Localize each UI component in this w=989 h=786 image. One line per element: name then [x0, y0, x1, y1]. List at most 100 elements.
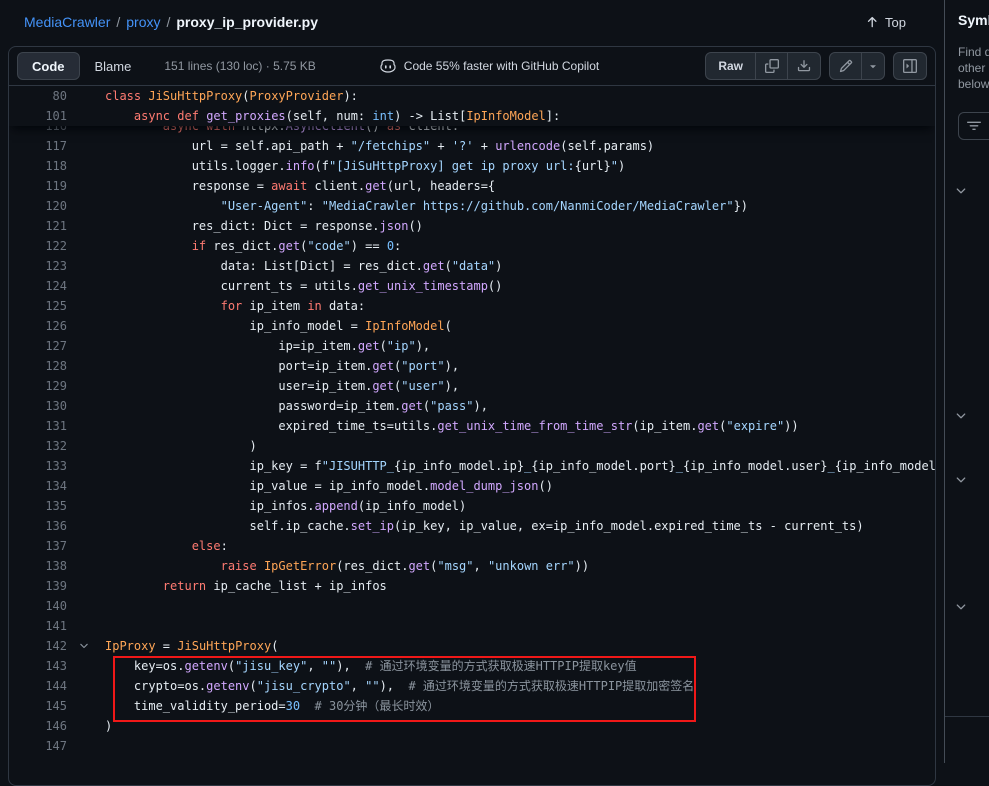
gutter-spacer — [67, 436, 105, 456]
edit-button[interactable] — [830, 53, 862, 79]
code-text: res_dict: Dict = response.json() — [105, 216, 423, 236]
line-number[interactable]: 124 — [9, 276, 67, 296]
copy-button[interactable] — [756, 53, 788, 79]
code-line-139: 139 return ip_cache_list + ip_infos — [9, 576, 935, 596]
line-number[interactable]: 129 — [9, 376, 67, 396]
line-number[interactable]: 131 — [9, 416, 67, 436]
raw-button[interactable]: Raw — [706, 53, 756, 79]
code-line-146: 146) — [9, 716, 935, 736]
line-number[interactable]: 128 — [9, 356, 67, 376]
gutter-spacer — [67, 176, 105, 196]
line-number[interactable]: 130 — [9, 396, 67, 416]
line-number[interactable]: 119 — [9, 176, 67, 196]
code-text: password=ip_item.get("pass"), — [105, 396, 488, 416]
chevron-down-icon — [954, 600, 968, 614]
gutter-spacer — [67, 376, 105, 396]
line-number[interactable]: 133 — [9, 456, 67, 476]
gutter-spacer — [67, 236, 105, 256]
gutter-spacer — [67, 576, 105, 596]
code-text: ) — [105, 716, 112, 736]
gutter-spacer — [67, 316, 105, 336]
code-text: user=ip_item.get("user"), — [105, 376, 459, 396]
gutter-spacer — [67, 106, 105, 126]
line-number[interactable]: 127 — [9, 336, 67, 356]
code-text: else: — [105, 536, 228, 556]
symbols-description-line: Find definitions and references for func… — [958, 44, 989, 60]
back-to-top-button[interactable]: Top — [859, 14, 912, 31]
gutter-spacer — [67, 416, 105, 436]
gutter-spacer — [67, 596, 105, 616]
line-number[interactable]: 122 — [9, 236, 67, 256]
tab-blame[interactable]: Blame — [80, 52, 147, 80]
line-number[interactable]: 123 — [9, 256, 67, 276]
code-line-141: 141 — [9, 616, 935, 636]
code-line-130: 130 password=ip_item.get("pass"), — [9, 396, 935, 416]
code-text: raise IpGetError(res_dict.get("msg", "un… — [105, 556, 589, 576]
symbols-description-line: below or in the code. — [958, 76, 989, 92]
line-number[interactable]: 143 — [9, 656, 67, 676]
code-text: IpProxy = JiSuHttpProxy( — [105, 636, 278, 656]
copilot-icon — [380, 58, 396, 74]
breadcrumb-repo-link[interactable]: MediaCrawler — [24, 14, 110, 30]
gutter-spacer — [67, 296, 105, 316]
line-number[interactable]: 80 — [9, 86, 67, 106]
code-text: ip_key = f"JISUHTTP_{ip_info_model.ip}_{… — [105, 456, 935, 476]
line-number[interactable]: 101 — [9, 106, 67, 126]
line-number[interactable]: 146 — [9, 716, 67, 736]
symbol-row[interactable] — [954, 184, 989, 200]
line-number[interactable]: 135 — [9, 496, 67, 516]
code-text: port=ip_item.get("port"), — [105, 356, 459, 376]
gutter-spacer — [67, 656, 105, 676]
chevron-down-icon — [954, 184, 968, 198]
symbols-panel-toggle-button[interactable] — [894, 53, 926, 79]
code-text: class JiSuHttpProxy(ProxyProvider): — [105, 86, 358, 106]
copilot-banner[interactable]: Code 55% faster with GitHub Copilot — [380, 58, 599, 74]
line-number[interactable]: 139 — [9, 576, 67, 596]
line-number[interactable]: 136 — [9, 516, 67, 536]
chevron-down-icon — [78, 640, 90, 652]
symbol-row[interactable] — [954, 409, 989, 425]
tab-code[interactable]: Code — [17, 52, 80, 80]
gutter-spacer — [67, 556, 105, 576]
breadcrumb-folder-link[interactable]: proxy — [126, 14, 160, 30]
line-number[interactable]: 138 — [9, 556, 67, 576]
edit-dropdown-button[interactable] — [862, 53, 884, 79]
download-button[interactable] — [788, 53, 820, 79]
copilot-banner-text: Code 55% faster with GitHub Copilot — [404, 59, 599, 73]
gutter-spacer — [67, 336, 105, 356]
collapse-toggle[interactable] — [67, 636, 105, 656]
code-line-120: 120 "User-Agent": "MediaCrawler https://… — [9, 196, 935, 216]
sidebar-panel-icon — [903, 59, 917, 73]
symbol-row[interactable] — [954, 600, 989, 616]
code-text: ip_infos.append(ip_info_model) — [105, 496, 466, 516]
line-number[interactable]: 125 — [9, 296, 67, 316]
symbol-row[interactable] — [954, 473, 989, 489]
line-number[interactable]: 141 — [9, 616, 67, 636]
line-number[interactable]: 118 — [9, 156, 67, 176]
line-number[interactable]: 117 — [9, 136, 67, 156]
file-header-bar: MediaCrawler / proxy / proxy_ip_provider… — [0, 0, 944, 44]
line-number[interactable]: 120 — [9, 196, 67, 216]
line-number[interactable]: 137 — [9, 536, 67, 556]
code-text: ) — [105, 436, 257, 456]
line-number[interactable]: 134 — [9, 476, 67, 496]
code-line-124: 124 current_ts = utils.get_unix_timestam… — [9, 276, 935, 296]
gutter-spacer — [67, 616, 105, 636]
line-number[interactable]: 126 — [9, 316, 67, 336]
line-number[interactable]: 121 — [9, 216, 67, 236]
line-number[interactable]: 145 — [9, 696, 67, 716]
code-line-121: 121 res_dict: Dict = response.json() — [9, 216, 935, 236]
gutter-spacer — [67, 136, 105, 156]
gutter-spacer — [67, 156, 105, 176]
line-number[interactable]: 140 — [9, 596, 67, 616]
line-number[interactable]: 132 — [9, 436, 67, 456]
line-number[interactable]: 147 — [9, 736, 67, 756]
line-number[interactable]: 142 — [9, 636, 67, 656]
code-text: response = await client.get(url, headers… — [105, 176, 495, 196]
chevron-down-icon — [954, 409, 968, 423]
gutter-spacer — [67, 356, 105, 376]
gutter-spacer — [67, 196, 105, 216]
code-line-140: 140 — [9, 596, 935, 616]
panel-toggle-group — [893, 52, 927, 80]
line-number[interactable]: 144 — [9, 676, 67, 696]
